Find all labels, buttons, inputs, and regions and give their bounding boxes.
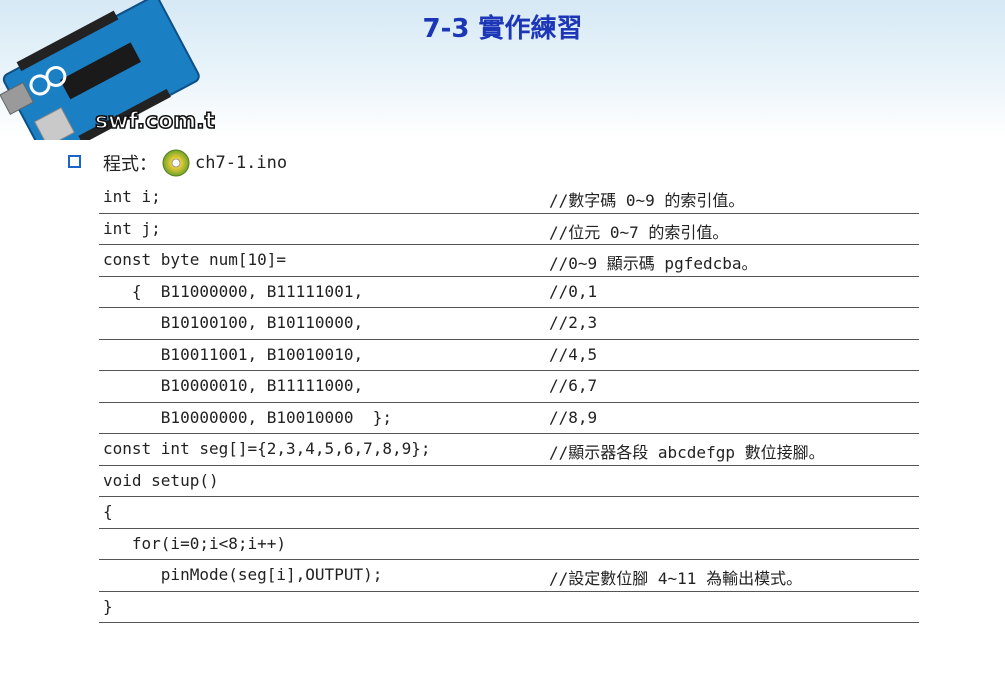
code-text: }	[103, 596, 113, 616]
code-row: int i; //數字碼 0~9 的索引值。	[99, 182, 919, 214]
code-row: { B11000000, B11111001, //0,1	[99, 277, 919, 308]
code-row: int j; //位元 0~7 的索引值。	[99, 214, 919, 245]
code-text: pinMode(seg[i],OUTPUT);	[103, 565, 383, 584]
code-comment: //0~9 顯示碼 pgfedcba。	[549, 254, 758, 273]
code-text: void setup()	[103, 470, 219, 490]
code-text: {	[103, 502, 113, 521]
code-comment: //0,1	[549, 281, 598, 301]
code-text: const byte num[10]=	[103, 250, 287, 269]
code-comment: //8,9	[549, 407, 598, 427]
code-table: int i; //數字碼 0~9 的索引值。 int j; //位元 0~7 的索引值…	[99, 182, 919, 623]
code-text: const int seg[]={2,3,4,5,6,7,8,9};	[103, 439, 431, 458]
program-label: 程式： ch7-1.ino	[103, 148, 287, 178]
code-text: B10000000, B10010000 };	[103, 407, 392, 427]
code-comment: //6,7	[549, 376, 598, 395]
code-row: B10000000, B10010000 }; //8,9	[99, 403, 919, 434]
code-comment: //4,5	[549, 344, 598, 364]
code-row: const byte num[10]= //0~9 顯示碼 pgfedcba。	[99, 245, 919, 277]
code-row: for(i=0;i<8;i++)	[99, 529, 919, 560]
code-row: B10011001, B10010010, //4,5	[99, 340, 919, 371]
code-text: int j;	[103, 218, 161, 238]
code-comment: //2,3	[549, 313, 598, 332]
code-comment: //顯示器各段 abcdefgp 數位接腳。	[549, 443, 825, 462]
code-row: void setup()	[99, 466, 919, 497]
code-text: B10011001, B10010010,	[103, 344, 364, 364]
code-text: int i;	[103, 187, 161, 206]
code-comment: //設定數位腳 4~11 為輸出模式。	[549, 569, 803, 588]
cd-disc-icon	[162, 149, 190, 177]
program-filename: ch7-1.ino	[195, 153, 288, 173]
program-label-text: 程式：	[103, 154, 157, 175]
logo-text: swf.com.tw	[95, 109, 215, 134]
code-text: { B11000000, B11111001,	[103, 281, 364, 301]
page-title: 7-3 實作練習	[422, 14, 583, 44]
code-comment: //數字碼 0~9 的索引值。	[549, 191, 745, 210]
code-row: B10100100, B10110000, //2,3	[99, 308, 919, 340]
code-row: pinMode(seg[i],OUTPUT); //設定數位腳 4~11 為輸出模…	[99, 560, 919, 592]
code-row: const int seg[]={2,3,4,5,6,7,8,9}; //顯示器各…	[99, 434, 919, 466]
code-row: {	[99, 497, 919, 529]
code-comment: //位元 0~7 的索引值。	[549, 222, 729, 242]
code-row: }	[99, 592, 919, 623]
code-text: B10100100, B10110000,	[103, 313, 364, 332]
code-row: B10000010, B11111000, //6,7	[99, 371, 919, 403]
code-text: for(i=0;i<8;i++)	[103, 533, 287, 553]
square-bullet-icon	[68, 155, 81, 168]
code-text: B10000010, B11111000,	[103, 376, 364, 395]
